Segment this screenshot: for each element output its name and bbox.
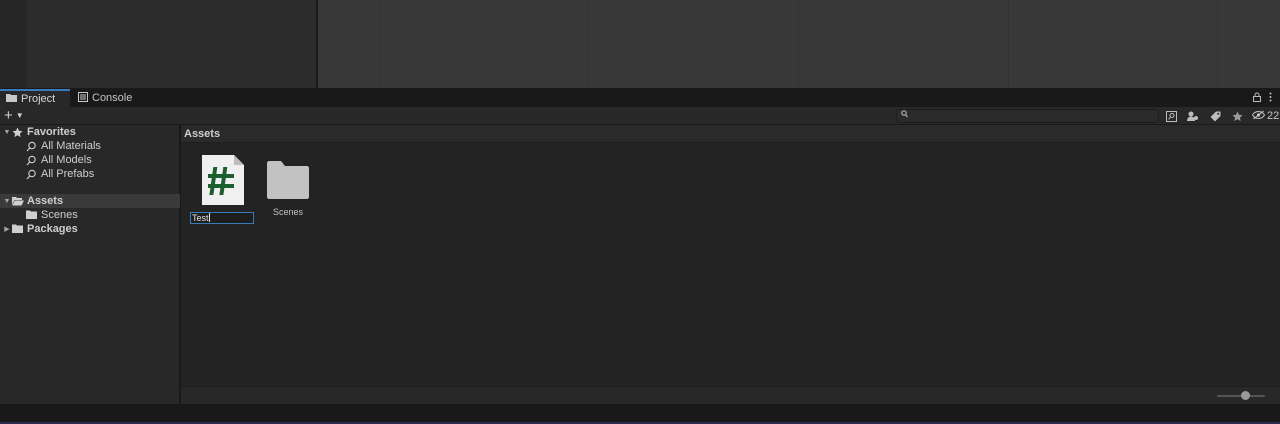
timeline-panel-sliver <box>318 0 1280 89</box>
status-bar <box>0 404 1280 424</box>
grid-line <box>1008 0 1009 89</box>
tree-item-all-materials[interactable]: All Materials <box>0 139 180 153</box>
folder-icon <box>6 93 17 105</box>
tree-item-assets[interactable]: ▼ Assets <box>0 194 180 208</box>
search-icon <box>26 155 38 166</box>
grid-line <box>1217 0 1218 89</box>
folder-tree: ▼ Favorites All Materials All Models All… <box>0 125 180 404</box>
eye-slash-icon <box>1251 110 1266 123</box>
tree-item-favorites[interactable]: ▼ Favorites <box>0 125 180 139</box>
grid-line <box>798 0 799 89</box>
chevron-down-icon[interactable]: ▼ <box>2 198 12 205</box>
folder-open-icon <box>12 196 24 207</box>
rename-input[interactable]: Test <box>190 212 254 224</box>
grid-line <box>588 0 589 89</box>
search-icon <box>26 141 38 152</box>
project-bottom-bar <box>181 386 1280 404</box>
breadcrumb-assets[interactable]: Assets <box>184 128 220 140</box>
asset-item-test-script[interactable]: Test <box>187 155 257 224</box>
tab-label: Project <box>21 93 56 105</box>
tab-bar: Project Console <box>0 89 1280 107</box>
tree-item-label: Packages <box>27 223 78 235</box>
rename-input-text: Test <box>192 213 209 223</box>
slider-knob[interactable] <box>1241 391 1251 400</box>
left-edge-strip <box>0 0 27 89</box>
tree-item-all-prefabs[interactable]: All Prefabs <box>0 167 180 181</box>
tab-actions <box>1253 92 1272 105</box>
tree-item-label: All Materials <box>41 140 101 152</box>
folder-icon <box>26 210 38 221</box>
chevron-down-icon: ▼ <box>15 111 24 120</box>
search-by-label-icon[interactable] <box>1182 108 1204 124</box>
kebab-menu-icon[interactable] <box>1269 92 1272 105</box>
search-input[interactable] <box>896 109 1159 123</box>
tree-item-packages[interactable]: ▶ Packages <box>0 222 180 236</box>
search-icon <box>901 110 908 120</box>
tree-item-label: All Models <box>41 154 92 166</box>
tab-project[interactable]: Project <box>0 89 70 107</box>
asset-item-scenes-folder[interactable]: Scenes <box>253 155 323 217</box>
tree-item-label: Favorites <box>27 126 76 138</box>
scene-view-area <box>0 0 1280 89</box>
tree-item-label: Scenes <box>41 209 78 221</box>
project-toolbar: + ▼ 22 <box>0 107 1280 125</box>
tree-item-all-models[interactable]: All Models <box>0 153 180 167</box>
chevron-right-icon[interactable]: ▶ <box>2 225 12 233</box>
chevron-down-icon[interactable]: ▼ <box>2 129 12 136</box>
text-cursor <box>208 213 210 222</box>
tree-item-label: Assets <box>27 195 64 207</box>
search-icon <box>26 169 38 180</box>
console-icon <box>78 91 88 105</box>
folder-icon <box>12 224 24 235</box>
asset-grid-panel: Assets Test Scenes <box>181 125 1280 386</box>
create-button[interactable]: + ▼ <box>4 108 24 124</box>
tree-item-label: All Prefabs <box>41 168 95 180</box>
lock-icon[interactable] <box>1253 92 1261 105</box>
folder-icon[interactable] <box>266 161 310 202</box>
star-icon[interactable] <box>1226 108 1248 124</box>
hierarchy-panel-sliver <box>27 0 316 89</box>
tab-console[interactable]: Console <box>72 89 138 107</box>
tag-icon[interactable] <box>1204 108 1226 124</box>
star-icon <box>12 127 24 138</box>
grid-line <box>379 0 380 89</box>
asset-label: Scenes <box>272 207 304 217</box>
search-by-type-icon[interactable] <box>1160 108 1182 124</box>
hidden-count: 22 <box>1267 110 1280 122</box>
csharp-script-icon[interactable] <box>200 155 244 208</box>
hidden-packages-toggle[interactable]: 22 <box>1248 108 1280 124</box>
plus-icon: + <box>4 107 13 124</box>
tab-label: Console <box>92 92 133 104</box>
toolbar-icon-group: 22 <box>1160 108 1280 124</box>
tree-item-scenes[interactable]: Scenes <box>0 208 180 222</box>
breadcrumb: Assets <box>181 125 1280 143</box>
